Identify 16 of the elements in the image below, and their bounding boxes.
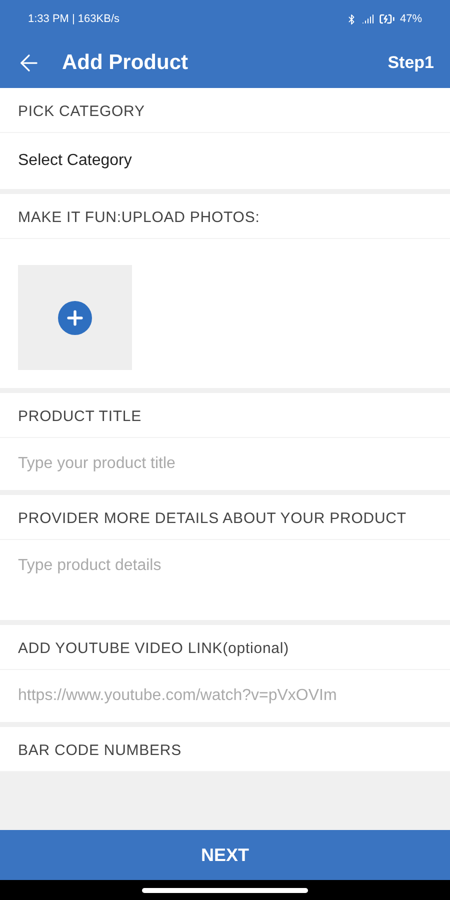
category-select[interactable]: Select Category (0, 133, 450, 189)
section-label: PROVIDER MORE DETAILS ABOUT YOUR PRODUCT (0, 495, 450, 540)
next-button[interactable]: NEXT (0, 830, 450, 880)
details-field[interactable]: Type product details (0, 540, 450, 620)
add-icon (58, 300, 92, 334)
text-field[interactable]: https://www.youtube.com/watch?v=pVxOVIm (0, 670, 450, 722)
status-time: 1:33 PM | 163KB/s (28, 12, 120, 27)
section-label: ADD YOUTUBE VIDEO LINK(optional) (0, 625, 450, 670)
bluetooth-icon (346, 14, 357, 24)
battery-level: 47% (400, 12, 422, 27)
add-photo-button[interactable] (18, 265, 132, 370)
step-label: Step1 (388, 52, 434, 74)
text-field[interactable]: Type your product title (0, 438, 450, 490)
section-label: PRODUCT TITLE (0, 393, 450, 438)
home-indicator[interactable] (142, 888, 308, 892)
page-title: Add Product (62, 50, 189, 76)
